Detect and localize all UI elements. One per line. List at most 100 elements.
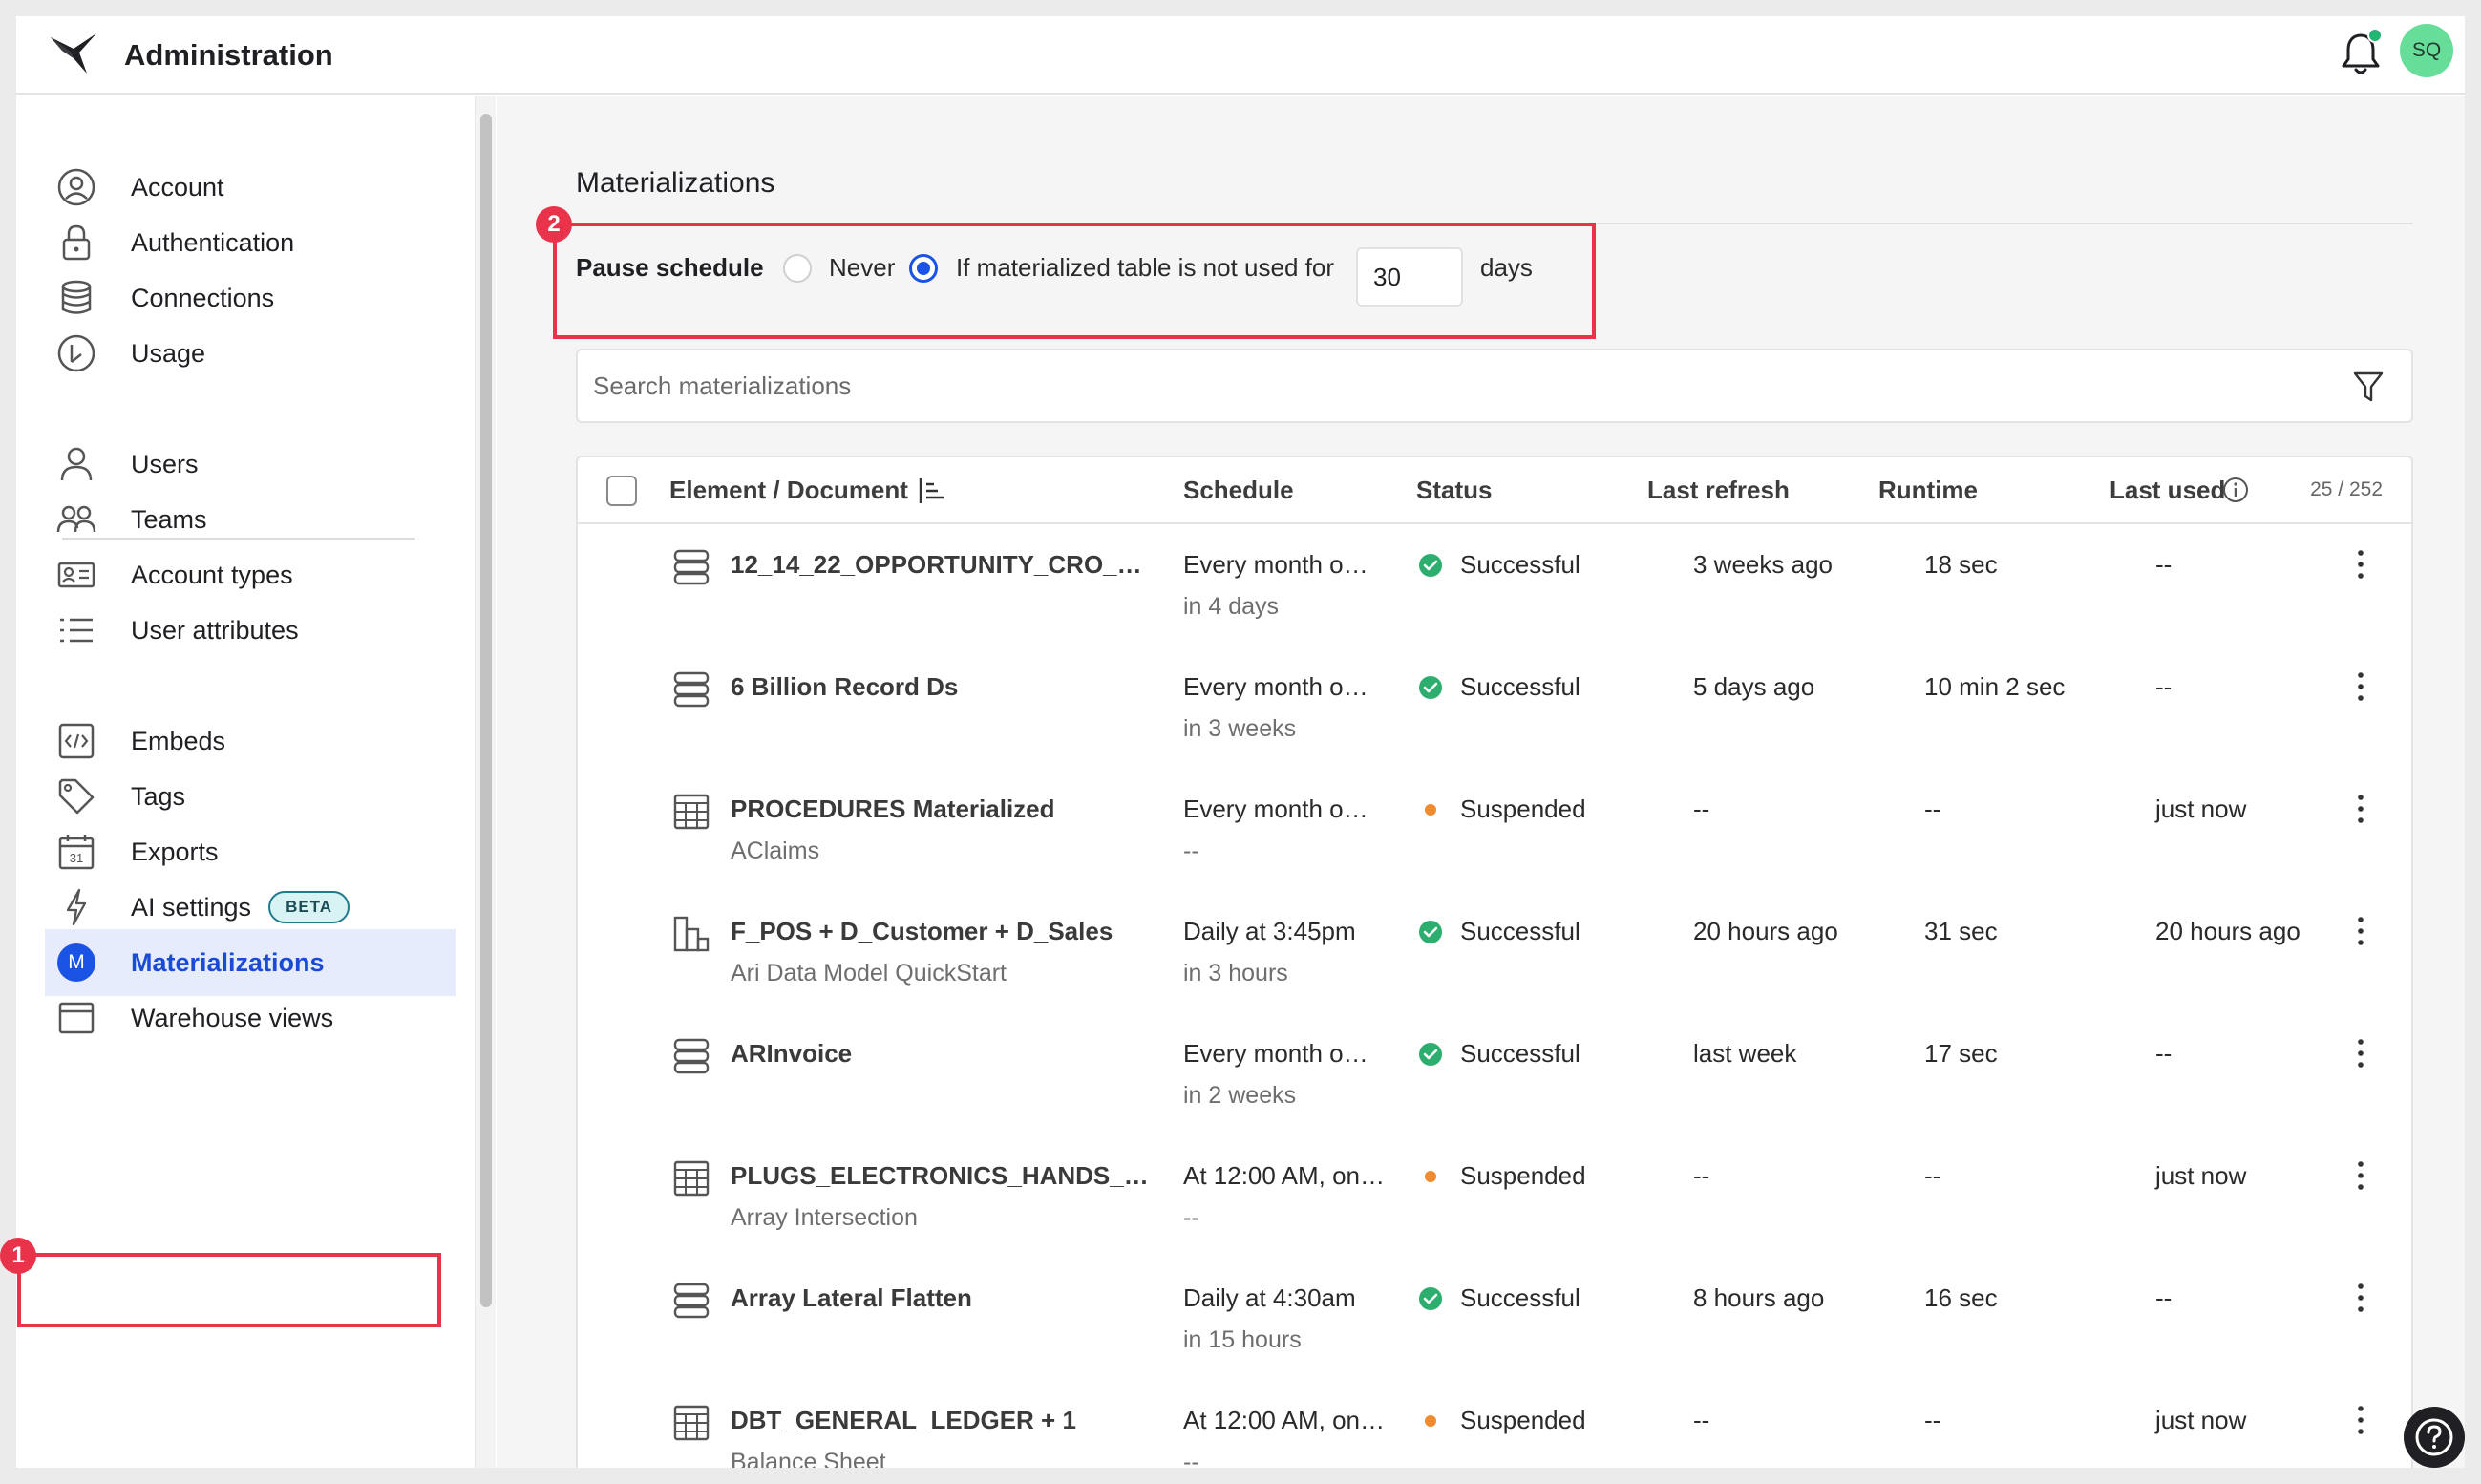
highlight-box-materializations: [17, 1253, 441, 1327]
more-options-icon[interactable]: [2346, 1401, 2375, 1439]
next-run-text: --: [1183, 1449, 1199, 1468]
status-text: Successful: [1460, 1283, 1580, 1312]
last-used-text: --: [2155, 672, 2173, 701]
help-button[interactable]: [2404, 1407, 2465, 1468]
table-row[interactable]: 6 Billion Record Ds Every month o… in 3 we…: [578, 647, 2411, 769]
highlight-box-pause-schedule: [553, 223, 1596, 339]
more-options-icon[interactable]: [2346, 545, 2375, 583]
next-run-text: --: [1183, 1204, 1199, 1231]
column-header-element[interactable]: Element / Document: [669, 457, 908, 522]
runtime-text: 16 sec: [1924, 1283, 1998, 1312]
column-header-status[interactable]: Status: [1416, 457, 1492, 522]
table-row[interactable]: PLUGS_ELECTRONICS_HANDS_ON… Array Interse…: [578, 1135, 2411, 1258]
sidebar-item-label: Users: [131, 449, 199, 478]
sidebar-item-warehouse-views[interactable]: Warehouse views: [45, 985, 456, 1051]
user-circle-icon: [54, 165, 98, 209]
last-refresh-text: 3 weeks ago: [1693, 550, 1833, 579]
schedule-text: Daily at 4:30am: [1183, 1283, 1356, 1312]
schedule-text: Every month o…: [1183, 550, 1368, 579]
sidebar-item-label: Embeds: [131, 726, 226, 755]
element-name[interactable]: PROCEDURES Materialized: [731, 790, 1160, 828]
m-badge-icon: M: [54, 941, 98, 985]
sidebar-scroll-thumb[interactable]: [480, 114, 492, 1307]
schedule-text: At 12:00 AM, on …: [1183, 1161, 1389, 1190]
table-row[interactable]: F_POS + D_Customer + D_Sales Ari Data Mod…: [578, 891, 2411, 1013]
people-icon: [54, 498, 98, 541]
calendar-icon: 31: [54, 830, 98, 874]
last-refresh-text: 20 hours ago: [1693, 917, 1838, 945]
sidebar: Account Authentication Connections Usage: [0, 96, 473, 1468]
more-options-icon[interactable]: [2346, 790, 2375, 828]
sidebar-item-label: AI settings: [131, 892, 252, 922]
search-input[interactable]: [593, 364, 2312, 408]
element-name[interactable]: ARInvoice: [731, 1034, 1160, 1072]
list-icon: [54, 608, 98, 652]
more-options-icon[interactable]: [2346, 1034, 2375, 1072]
sort-icon[interactable]: [918, 477, 946, 505]
element-name[interactable]: 6 Billion Record Ds: [731, 668, 1160, 706]
sidebar-item-label: Usage: [131, 338, 206, 368]
data-model-icon: [671, 914, 711, 954]
last-used-text: just now: [2155, 795, 2247, 823]
dataset-icon: [671, 669, 711, 710]
table-row[interactable]: PROCEDURES Materialized AClaims Every mont…: [578, 769, 2411, 891]
next-run-text: in 3 hours: [1183, 960, 1288, 986]
code-icon: [54, 719, 98, 763]
dataset-icon: [671, 547, 711, 587]
dataset-icon: [671, 1036, 711, 1076]
sidebar-item-label: Warehouse views: [131, 1003, 334, 1032]
runtime-text: --: [1924, 1161, 1941, 1190]
table-row[interactable]: DBT_GENERAL_LEDGER + 1 Balance Sheet At 12…: [578, 1380, 2411, 1468]
runtime-text: --: [1924, 795, 1941, 823]
more-options-icon[interactable]: [2346, 912, 2375, 950]
suspended-dot-icon: [1418, 1164, 1443, 1189]
table-row[interactable]: 12_14_22_OPPORTUNITY_CRO_WEB Every month …: [578, 524, 2411, 647]
select-all-checkbox[interactable]: [606, 476, 637, 506]
person-icon: [54, 442, 98, 486]
last-used-text: --: [2155, 550, 2173, 579]
element-name[interactable]: Array Lateral Flatten: [731, 1279, 1160, 1317]
schedule-text: At 12:00 AM, on …: [1183, 1406, 1389, 1434]
more-options-icon[interactable]: [2346, 668, 2375, 706]
status-text: Suspended: [1460, 1406, 1586, 1434]
more-options-icon[interactable]: [2346, 1156, 2375, 1195]
runtime-text: 18 sec: [1924, 550, 1998, 579]
status-text: Successful: [1460, 917, 1580, 945]
last-used-text: --: [2155, 1039, 2173, 1068]
suspended-dot-icon: [1418, 797, 1443, 822]
more-options-icon[interactable]: [2346, 1279, 2375, 1317]
table-icon: [54, 996, 98, 1040]
element-name[interactable]: DBT_GENERAL_LEDGER + 1: [731, 1401, 1160, 1439]
column-header-runtime[interactable]: Runtime: [1878, 457, 1978, 522]
info-icon[interactable]: [2222, 477, 2249, 503]
runtime-text: 10 min 2 sec: [1924, 672, 2066, 701]
materializations-badge: M: [57, 943, 95, 982]
sidebar-item-label: Teams: [131, 504, 207, 534]
user-avatar[interactable]: SQ: [2400, 24, 2453, 77]
element-name[interactable]: 12_14_22_OPPORTUNITY_CRO_WEB: [731, 545, 1160, 583]
dataset-icon: [671, 1281, 711, 1321]
element-name[interactable]: F_POS + D_Customer + D_Sales: [731, 912, 1160, 950]
table-row[interactable]: Array Lateral Flatten Daily at 4:30am in 1…: [578, 1258, 2411, 1380]
next-run-text: in 3 weeks: [1183, 715, 1297, 742]
table-row[interactable]: ARInvoice Every month o… in 2 weeks Success…: [578, 1013, 2411, 1135]
element-name[interactable]: PLUGS_ELECTRONICS_HANDS_ON…: [731, 1156, 1160, 1195]
last-refresh-text: 8 hours ago: [1693, 1283, 1825, 1312]
column-header-last-used[interactable]: Last used: [2110, 457, 2225, 522]
column-header-schedule[interactable]: Schedule: [1183, 457, 1294, 522]
last-refresh-text: 5 days ago: [1693, 672, 1815, 701]
column-header-last-refresh[interactable]: Last refresh: [1647, 457, 1790, 522]
document-name: Array Intersection: [731, 1204, 918, 1231]
table-icon: [671, 1158, 711, 1198]
schedule-text: Every month o…: [1183, 795, 1368, 823]
success-check-icon: [1418, 675, 1443, 700]
filter-icon[interactable]: [2352, 370, 2385, 404]
sidebar-scrollbar[interactable]: [475, 96, 496, 1468]
help-icon: [2415, 1418, 2453, 1456]
sidebar-item-label: Account: [131, 172, 224, 201]
app-window: Administration SQ Account Authentication…: [0, 16, 2465, 1468]
sidebar-item-user-attributes[interactable]: User attributes: [45, 597, 456, 664]
sidebar-item-usage[interactable]: Usage: [45, 320, 456, 387]
page-title: Materializations: [576, 167, 775, 199]
top-header: Administration SQ: [16, 16, 2465, 95]
